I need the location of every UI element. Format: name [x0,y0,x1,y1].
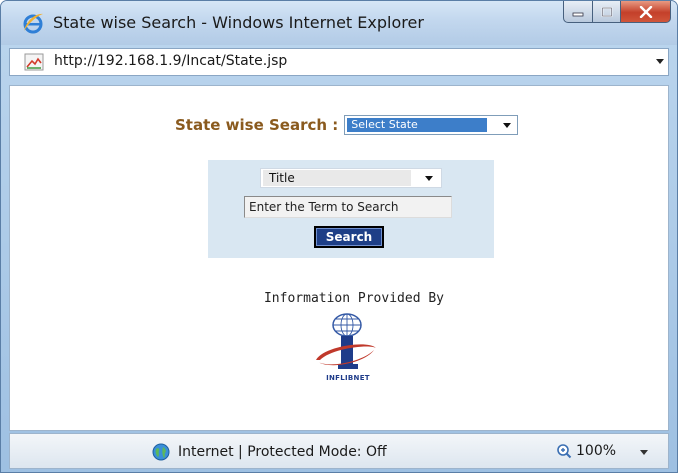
information-provided-label: Information Provided By [263,291,444,306]
status-bar: Internet | Protected Mode: Off 100% [9,433,669,469]
inflibnet-logo [316,313,376,369]
state-search-row: State wise Search : Select State [175,114,519,136]
browser-window: State wise Search - Windows Internet Exp… [0,0,678,473]
field-select[interactable]: Title [260,168,442,188]
url-text[interactable]: http://192.168.1.9/Incat/State.jsp [54,53,287,69]
minimize-button[interactable] [563,1,593,23]
internet-explorer-icon [23,13,43,34]
broken-image-page-icon [24,53,44,71]
address-bar[interactable]: http://192.168.1.9/Incat/State.jsp [9,48,669,76]
search-button[interactable]: Search [314,226,384,248]
zoom-level[interactable]: 100% [576,443,616,459]
zoom-icon[interactable] [556,443,572,459]
minimize-icon [572,12,584,16]
zoom-dropdown-icon[interactable] [640,450,648,455]
state-select[interactable]: Select State [344,115,519,135]
search-term-input[interactable] [244,196,452,218]
page-content: State wise Search : Select State Title S… [9,85,669,431]
state-search-label: State wise Search : [175,116,339,134]
globe-icon [152,443,170,461]
chevron-down-icon [425,176,433,181]
state-select-value: Select State [347,118,488,132]
field-select-value: Title [263,170,411,186]
window-title: State wise Search - Windows Internet Exp… [53,13,424,32]
title-bar[interactable]: State wise Search - Windows Internet Exp… [1,1,677,45]
chevron-down-icon [503,123,512,128]
address-dropdown-icon[interactable] [656,59,664,64]
close-icon [639,5,652,18]
security-zone-text[interactable]: Internet | Protected Mode: Off [178,444,387,460]
close-button[interactable] [621,1,671,23]
maximize-icon [601,6,612,17]
inflibnet-logo-text: INFLIBNET [326,374,370,382]
caption-buttons [563,1,671,23]
maximize-button[interactable] [593,1,621,23]
search-panel: Title Search [208,160,494,258]
